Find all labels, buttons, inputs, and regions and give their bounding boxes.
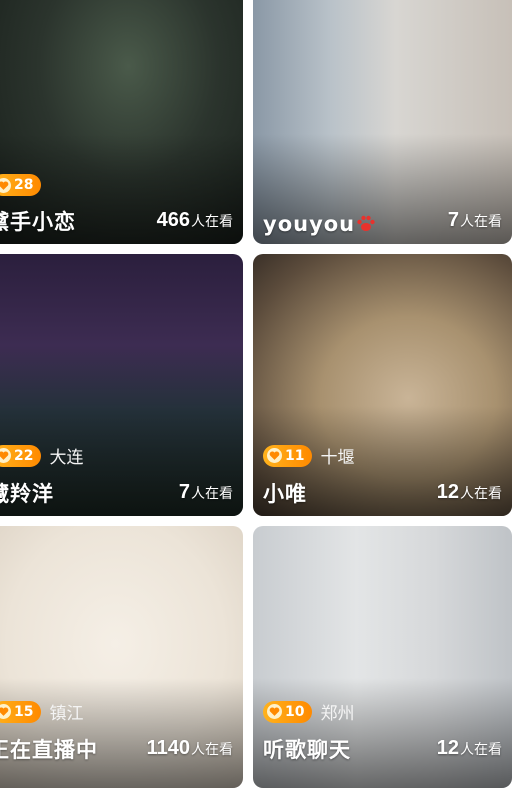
level-number: 15 xyxy=(14,703,34,720)
streamer-name: 正在直播中 xyxy=(0,738,98,762)
level-number: 10 xyxy=(285,703,305,720)
level-badge: 28 xyxy=(0,174,42,196)
streamer-name: 小唯 xyxy=(263,482,307,506)
level-badge: 10 xyxy=(263,700,313,723)
level-badge: 22 xyxy=(0,444,42,467)
viewer-count: 12人在看 xyxy=(436,481,502,503)
city-label: 十堰 xyxy=(320,448,355,468)
stream-card[interactable]: 10 郑州 听歌聊天 12人在看 xyxy=(253,526,512,788)
paw-icon xyxy=(355,213,377,233)
viewer-count: 7人在看 xyxy=(447,209,502,231)
city-label: 镇江 xyxy=(49,704,84,724)
stream-card[interactable]: 28 黛手小恋 466人在看 xyxy=(0,0,243,244)
city-label: 大连 xyxy=(49,448,84,468)
heart-icon xyxy=(267,704,282,719)
stream-card[interactable]: 11 十堰 小唯 12人在看 xyxy=(253,254,512,516)
viewer-count: 466人在看 xyxy=(156,209,233,231)
level-number: 11 xyxy=(285,447,305,464)
heart-icon xyxy=(0,704,11,719)
viewer-count: 12人在看 xyxy=(436,737,502,759)
level-badge: 15 xyxy=(0,700,42,723)
stream-card[interactable]: youyou 7人在看 xyxy=(253,0,512,244)
heart-icon xyxy=(0,177,11,193)
viewer-count: 1140人在看 xyxy=(146,737,233,759)
level-number: 22 xyxy=(14,447,34,464)
viewer-count: 7人在看 xyxy=(178,481,233,503)
streamer-name: 黛手小恋 xyxy=(0,210,76,234)
stream-card[interactable]: 15 镇江 正在直播中 1140人在看 xyxy=(0,526,243,788)
streamer-name: 听歌聊天 xyxy=(263,738,351,762)
heart-icon xyxy=(267,448,282,463)
streamer-name: youyou xyxy=(263,212,377,236)
level-badge: 11 xyxy=(263,444,313,467)
level-number: 28 xyxy=(14,177,34,193)
city-label: 郑州 xyxy=(320,704,355,724)
heart-icon xyxy=(0,448,11,463)
streamer-name: 藏羚洋 xyxy=(0,482,54,506)
stream-card[interactable]: 22 大连 藏羚洋 7人在看 xyxy=(0,254,243,516)
